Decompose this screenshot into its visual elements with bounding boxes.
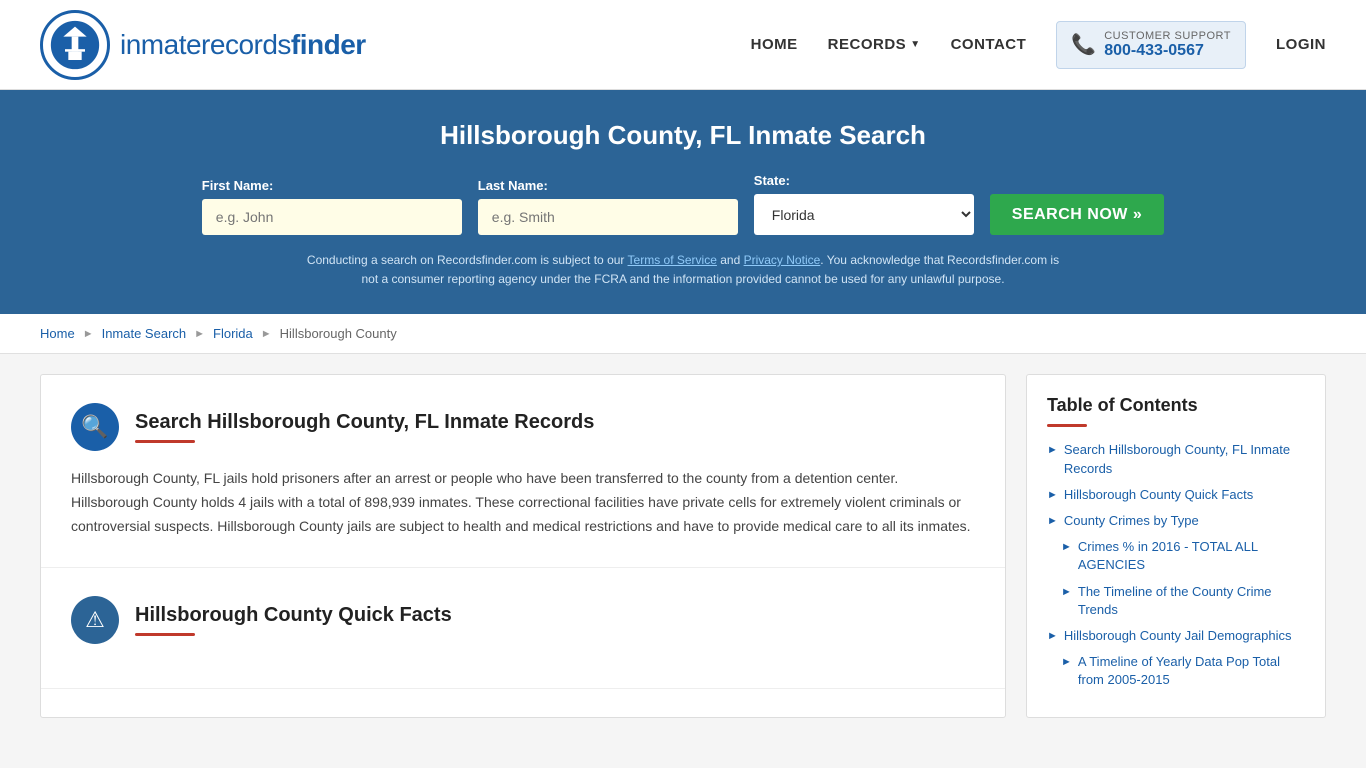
logo-area: inmaterecordsfinder bbox=[40, 10, 366, 80]
breadcrumb-current: Hillsborough County bbox=[280, 326, 397, 341]
search-button[interactable]: SEARCH NOW » bbox=[990, 194, 1164, 235]
breadcrumb-inmate-search[interactable]: Inmate Search bbox=[102, 326, 187, 341]
breadcrumb-sep-2: ► bbox=[194, 328, 205, 340]
table-of-contents: Table of Contents ► Search Hillsborough … bbox=[1026, 374, 1326, 718]
last-name-group: Last Name: bbox=[478, 178, 738, 235]
headset-icon: 📞 bbox=[1071, 32, 1096, 57]
logo-text: inmaterecordsfinder bbox=[120, 29, 366, 61]
toc-link-3[interactable]: ► County Crimes by Type bbox=[1047, 512, 1305, 530]
nav-contact[interactable]: CONTACT bbox=[951, 36, 1027, 53]
toc-item-7: ► A Timeline of Yearly Data Pop Total fr… bbox=[1061, 653, 1305, 689]
breadcrumb-florida[interactable]: Florida bbox=[213, 326, 253, 341]
site-header: inmaterecordsfinder HOME RECORDS ▼ CONTA… bbox=[0, 0, 1366, 90]
toc-item-2: ► Hillsborough County Quick Facts bbox=[1047, 486, 1305, 504]
state-select[interactable]: Florida Alabama Alaska Arizona Californi… bbox=[754, 194, 974, 235]
chevron-right-icon: ► bbox=[1047, 443, 1058, 458]
toc-item-6: ► Hillsborough County Jail Demographics bbox=[1047, 627, 1305, 645]
terms-link[interactable]: Terms of Service bbox=[628, 253, 717, 267]
toc-item-1: ► Search Hillsborough County, FL Inmate … bbox=[1047, 441, 1305, 477]
disclaimer-text: Conducting a search on Recordsfinder.com… bbox=[303, 251, 1063, 289]
chevron-right-icon: ► bbox=[1047, 514, 1058, 529]
section1-underline bbox=[135, 440, 195, 443]
section2-title: Hillsborough County Quick Facts bbox=[135, 604, 452, 627]
triangle-icon: ⚠ bbox=[85, 607, 105, 633]
magnifier-icon: 🔍 bbox=[81, 414, 108, 440]
state-label: State: bbox=[754, 173, 974, 188]
search-icon-circle: 🔍 bbox=[71, 403, 119, 451]
privacy-link[interactable]: Privacy Notice bbox=[744, 253, 821, 267]
main-nav: HOME RECORDS ▼ CONTACT 📞 CUSTOMER SUPPOR… bbox=[751, 21, 1326, 69]
content-left: 🔍 Search Hillsborough County, FL Inmate … bbox=[40, 374, 1006, 718]
chevron-right-icon: ► bbox=[1047, 629, 1058, 644]
chevron-down-icon: ▼ bbox=[910, 39, 920, 50]
section1-body: Hillsborough County, FL jails hold priso… bbox=[71, 467, 975, 538]
support-box: 📞 CUSTOMER SUPPORT 800-433-0567 bbox=[1056, 21, 1246, 69]
warning-icon-circle: ⚠ bbox=[71, 596, 119, 644]
state-group: State: Florida Alabama Alaska Arizona Ca… bbox=[754, 173, 974, 235]
nav-login[interactable]: LOGIN bbox=[1276, 36, 1326, 53]
toc-item-5: ► The Timeline of the County Crime Trend… bbox=[1061, 583, 1305, 619]
toc-link-5[interactable]: ► The Timeline of the County Crime Trend… bbox=[1061, 583, 1305, 619]
chevron-right-icon: ► bbox=[1061, 585, 1072, 600]
first-name-label: First Name: bbox=[202, 178, 462, 193]
first-name-input[interactable] bbox=[202, 199, 462, 235]
section2-underline bbox=[135, 633, 195, 636]
toc-link-7[interactable]: ► A Timeline of Yearly Data Pop Total fr… bbox=[1061, 653, 1305, 689]
search-form: First Name: Last Name: State: Florida Al… bbox=[203, 173, 1163, 235]
section-quick-facts: ⚠ Hillsborough County Quick Facts bbox=[41, 568, 1005, 689]
nav-home[interactable]: HOME bbox=[751, 36, 798, 53]
toc-item-4: ► Crimes % in 2016 - TOTAL ALL AGENCIES bbox=[1061, 538, 1305, 574]
breadcrumb-home[interactable]: Home bbox=[40, 326, 75, 341]
toc-list: ► Search Hillsborough County, FL Inmate … bbox=[1047, 441, 1305, 689]
last-name-label: Last Name: bbox=[478, 178, 738, 193]
breadcrumb-sep-1: ► bbox=[83, 328, 94, 340]
section-search-records: 🔍 Search Hillsborough County, FL Inmate … bbox=[41, 375, 1005, 567]
main-content: 🔍 Search Hillsborough County, FL Inmate … bbox=[0, 354, 1366, 738]
first-name-group: First Name: bbox=[202, 178, 462, 235]
chevron-right-icon: ► bbox=[1061, 655, 1072, 670]
toc-title: Table of Contents bbox=[1047, 395, 1305, 416]
chevron-right-icon: ► bbox=[1047, 488, 1058, 503]
support-phone: 800-433-0567 bbox=[1104, 42, 1231, 60]
support-label: CUSTOMER SUPPORT bbox=[1104, 30, 1231, 42]
nav-records[interactable]: RECORDS ▼ bbox=[828, 36, 921, 53]
toc-link-2[interactable]: ► Hillsborough County Quick Facts bbox=[1047, 486, 1305, 504]
section1-title: Search Hillsborough County, FL Inmate Re… bbox=[135, 411, 594, 434]
chevron-right-icon: ► bbox=[1061, 540, 1072, 555]
last-name-input[interactable] bbox=[478, 199, 738, 235]
breadcrumb-sep-3: ► bbox=[261, 328, 272, 340]
hero-title: Hillsborough County, FL Inmate Search bbox=[40, 120, 1326, 151]
toc-underline bbox=[1047, 424, 1087, 427]
search-hero: Hillsborough County, FL Inmate Search Fi… bbox=[0, 90, 1366, 314]
breadcrumb: Home ► Inmate Search ► Florida ► Hillsbo… bbox=[0, 314, 1366, 354]
toc-link-6[interactable]: ► Hillsborough County Jail Demographics bbox=[1047, 627, 1305, 645]
logo-icon bbox=[40, 10, 110, 80]
toc-link-4[interactable]: ► Crimes % in 2016 - TOTAL ALL AGENCIES bbox=[1061, 538, 1305, 574]
toc-item-3: ► County Crimes by Type bbox=[1047, 512, 1305, 530]
toc-link-1[interactable]: ► Search Hillsborough County, FL Inmate … bbox=[1047, 441, 1305, 477]
